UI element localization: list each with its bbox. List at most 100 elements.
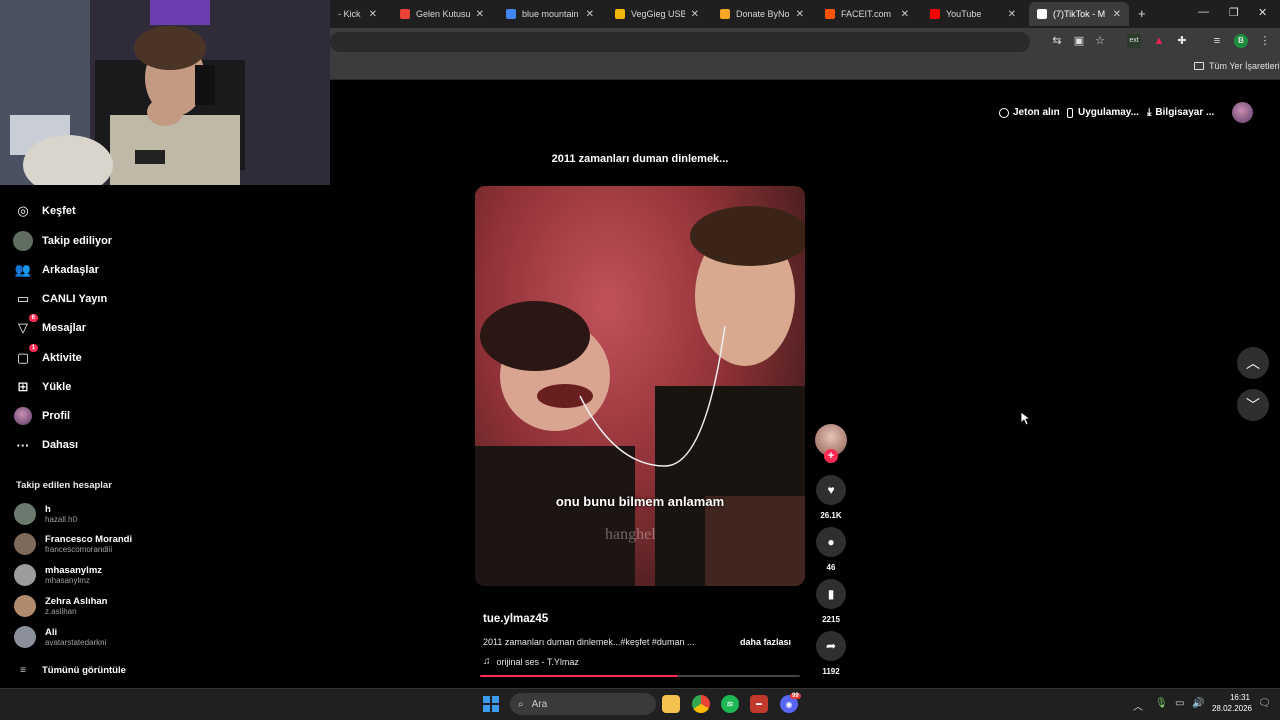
followed-account[interactable]: Zehra Aslıhan z.aslihan	[14, 595, 107, 617]
file-explorer-icon[interactable]	[662, 695, 680, 713]
comment-count: 46	[826, 563, 836, 572]
video-description: 2011 zamanları duman dinlemek...#keşfet …	[483, 637, 695, 647]
tab-label: Gelen Kutusu (7	[416, 9, 470, 19]
sidebar-item-friends[interactable]: 👥 Arkadaşlar	[14, 261, 99, 279]
sidebar-item-profile[interactable]: Profil	[14, 407, 70, 425]
taskbar-search[interactable]: ⌕ Ara	[510, 693, 656, 715]
messages-icon: ▽ 6	[14, 314, 38, 337]
tray-chevron-icon[interactable]: ︿	[1133, 698, 1143, 713]
translate-icon[interactable]: ⇆	[1050, 34, 1064, 48]
account-handle: francescomorandiii	[45, 545, 113, 554]
like-count: 26.1K	[820, 511, 842, 520]
sidebar-item-following[interactable]: Takip ediliyor	[13, 231, 112, 251]
avatar[interactable]: B	[1234, 34, 1248, 48]
start-button[interactable]	[483, 696, 499, 712]
close-tab-icon[interactable]: ✕	[369, 9, 377, 20]
clock-time[interactable]: 16:31	[1212, 693, 1250, 702]
tab-favicon-icon	[825, 9, 835, 19]
followed-account[interactable]: h hazall.h0	[14, 503, 77, 525]
sidebar-item-label: Profil	[42, 410, 71, 422]
extension-icon[interactable]: ▲	[1152, 34, 1166, 48]
avatar	[14, 595, 36, 617]
notification-icon[interactable]: 🗨	[1258, 698, 1271, 709]
video-watermark: hanghel	[605, 526, 656, 543]
more-icon: ···	[16, 437, 30, 453]
video-progress-fill	[480, 675, 679, 677]
friends-icon: 👥	[14, 262, 32, 277]
followed-account[interactable]: mhasanylmz mhasanylmz	[14, 564, 102, 586]
pc-app-button[interactable]: ⤓ Bilgisayar ...	[1147, 107, 1214, 118]
browser-tab[interactable]: VegGieg USB 3.0 ✕	[607, 2, 707, 26]
minimize-icon[interactable]: —	[1198, 6, 1209, 18]
close-tab-icon[interactable]: ✕	[796, 9, 804, 20]
compass-icon: ◎	[17, 203, 29, 218]
browser-tab[interactable]: YouTube ✕	[922, 2, 1024, 26]
browser-tab[interactable]: Donate ByNoGa ✕	[712, 2, 812, 26]
sidebar-item-upload[interactable]: ⊞ Yükle	[14, 378, 72, 396]
extension-icon[interactable]: ext	[1127, 34, 1141, 48]
tab-label: VegGieg USB 3.0	[631, 9, 685, 19]
get-app-button[interactable]: Uygulamay...	[1067, 107, 1139, 118]
see-more-link[interactable]: daha fazlası	[740, 637, 791, 647]
browser-tab[interactable]: (7)TikTok - M ✕	[1029, 2, 1129, 26]
video-player[interactable]: onu bunu bilmem anlamam hanghel	[475, 186, 805, 586]
browser-tab[interactable]: blue mountain ✕	[498, 2, 602, 26]
browser-tab[interactable]: Gelen Kutusu (7 ✕	[392, 2, 492, 26]
address-field[interactable]	[330, 32, 1030, 52]
tab-label: YouTube	[946, 9, 982, 19]
menu-icon[interactable]: ⋮	[1258, 34, 1272, 48]
see-all-button[interactable]: ≡ Tümünü görüntüle	[14, 661, 126, 679]
tab-favicon-icon	[930, 9, 940, 19]
sidebar-item-compass[interactable]: ◎ Keşfet	[14, 202, 75, 220]
microphone-icon[interactable]: 🎙	[1155, 698, 1168, 709]
followed-account[interactable]: Francesco Morandi francescomorandiii	[14, 533, 132, 555]
sidebar-item-activity[interactable]: ▢ 1 Aktivite	[14, 344, 82, 367]
close-tab-icon[interactable]: ✕	[691, 9, 699, 20]
comment-button[interactable]: ●	[816, 527, 846, 557]
close-tab-icon[interactable]: ✕	[901, 9, 909, 20]
video-author[interactable]: tue.ylmaz45	[483, 613, 548, 625]
maximize-icon[interactable]: ❐	[1229, 6, 1239, 19]
sound-link[interactable]: ♫ orijinal ses - T.Ylmaz	[483, 656, 579, 667]
volume-icon[interactable]: 🔊	[1192, 698, 1204, 709]
close-tab-icon[interactable]: ✕	[1008, 9, 1016, 20]
follow-plus-icon[interactable]: +	[824, 449, 838, 463]
sidebar-item-messages[interactable]: ▽ 6 Mesajlar	[14, 314, 86, 337]
share-button[interactable]: ➦	[816, 631, 846, 661]
new-tab-button[interactable]: +	[1138, 6, 1146, 21]
close-tab-icon[interactable]: ✕	[586, 9, 594, 20]
live-icon: ▭	[16, 291, 30, 306]
cast-icon[interactable]: ▣	[1072, 34, 1086, 48]
puzzle-icon[interactable]: ✚	[1175, 34, 1189, 48]
spotify-icon[interactable]: ≋	[721, 695, 739, 713]
tab-search-icon[interactable]: ≡	[1210, 34, 1224, 48]
get-coins-button[interactable]: Jeton alın	[999, 107, 1060, 118]
like-button[interactable]: ♥	[816, 475, 846, 505]
avatar[interactable]	[1232, 102, 1253, 123]
bookmark-star-icon[interactable]: ☆	[1093, 34, 1107, 48]
video-progress-track[interactable]	[480, 675, 800, 677]
next-video-button[interactable]: ﹀	[1237, 389, 1269, 421]
share-icon: ➦	[825, 639, 837, 653]
webcam-overlay	[0, 0, 330, 185]
sidebar-item-live[interactable]: ▭ CANLI Yayın	[14, 290, 107, 308]
close-tab-icon[interactable]: ✕	[476, 9, 484, 20]
chrome-icon[interactable]	[692, 695, 710, 713]
all-bookmarks[interactable]: Tüm Yer İşaretleri	[1194, 61, 1280, 71]
account-name: Ali	[45, 627, 58, 638]
clock-date[interactable]: 28.02.2026	[1204, 704, 1252, 713]
close-tab-icon[interactable]: ✕	[1113, 9, 1121, 20]
close-window-icon[interactable]: ✕	[1258, 6, 1267, 19]
sidebar-item-more[interactable]: ··· Dahası	[14, 436, 79, 454]
save-button[interactable]: ▮	[816, 579, 846, 609]
browser-tab[interactable]: - Kick D ✕	[330, 2, 385, 26]
avatar	[14, 626, 36, 648]
previous-video-button[interactable]: ︿	[1237, 347, 1269, 379]
browser-tab[interactable]: FACEIT.com ✕	[817, 2, 917, 26]
network-icon[interactable]: ▭	[1175, 698, 1184, 709]
followed-account[interactable]: Ali avatarstatedarkni	[14, 626, 106, 648]
tab-label: - Kick D	[338, 9, 363, 19]
tab-favicon-icon	[720, 9, 730, 19]
app-icon[interactable]: ▬	[750, 695, 768, 713]
following-accounts-title: Takip edilen hesaplar	[16, 480, 112, 491]
